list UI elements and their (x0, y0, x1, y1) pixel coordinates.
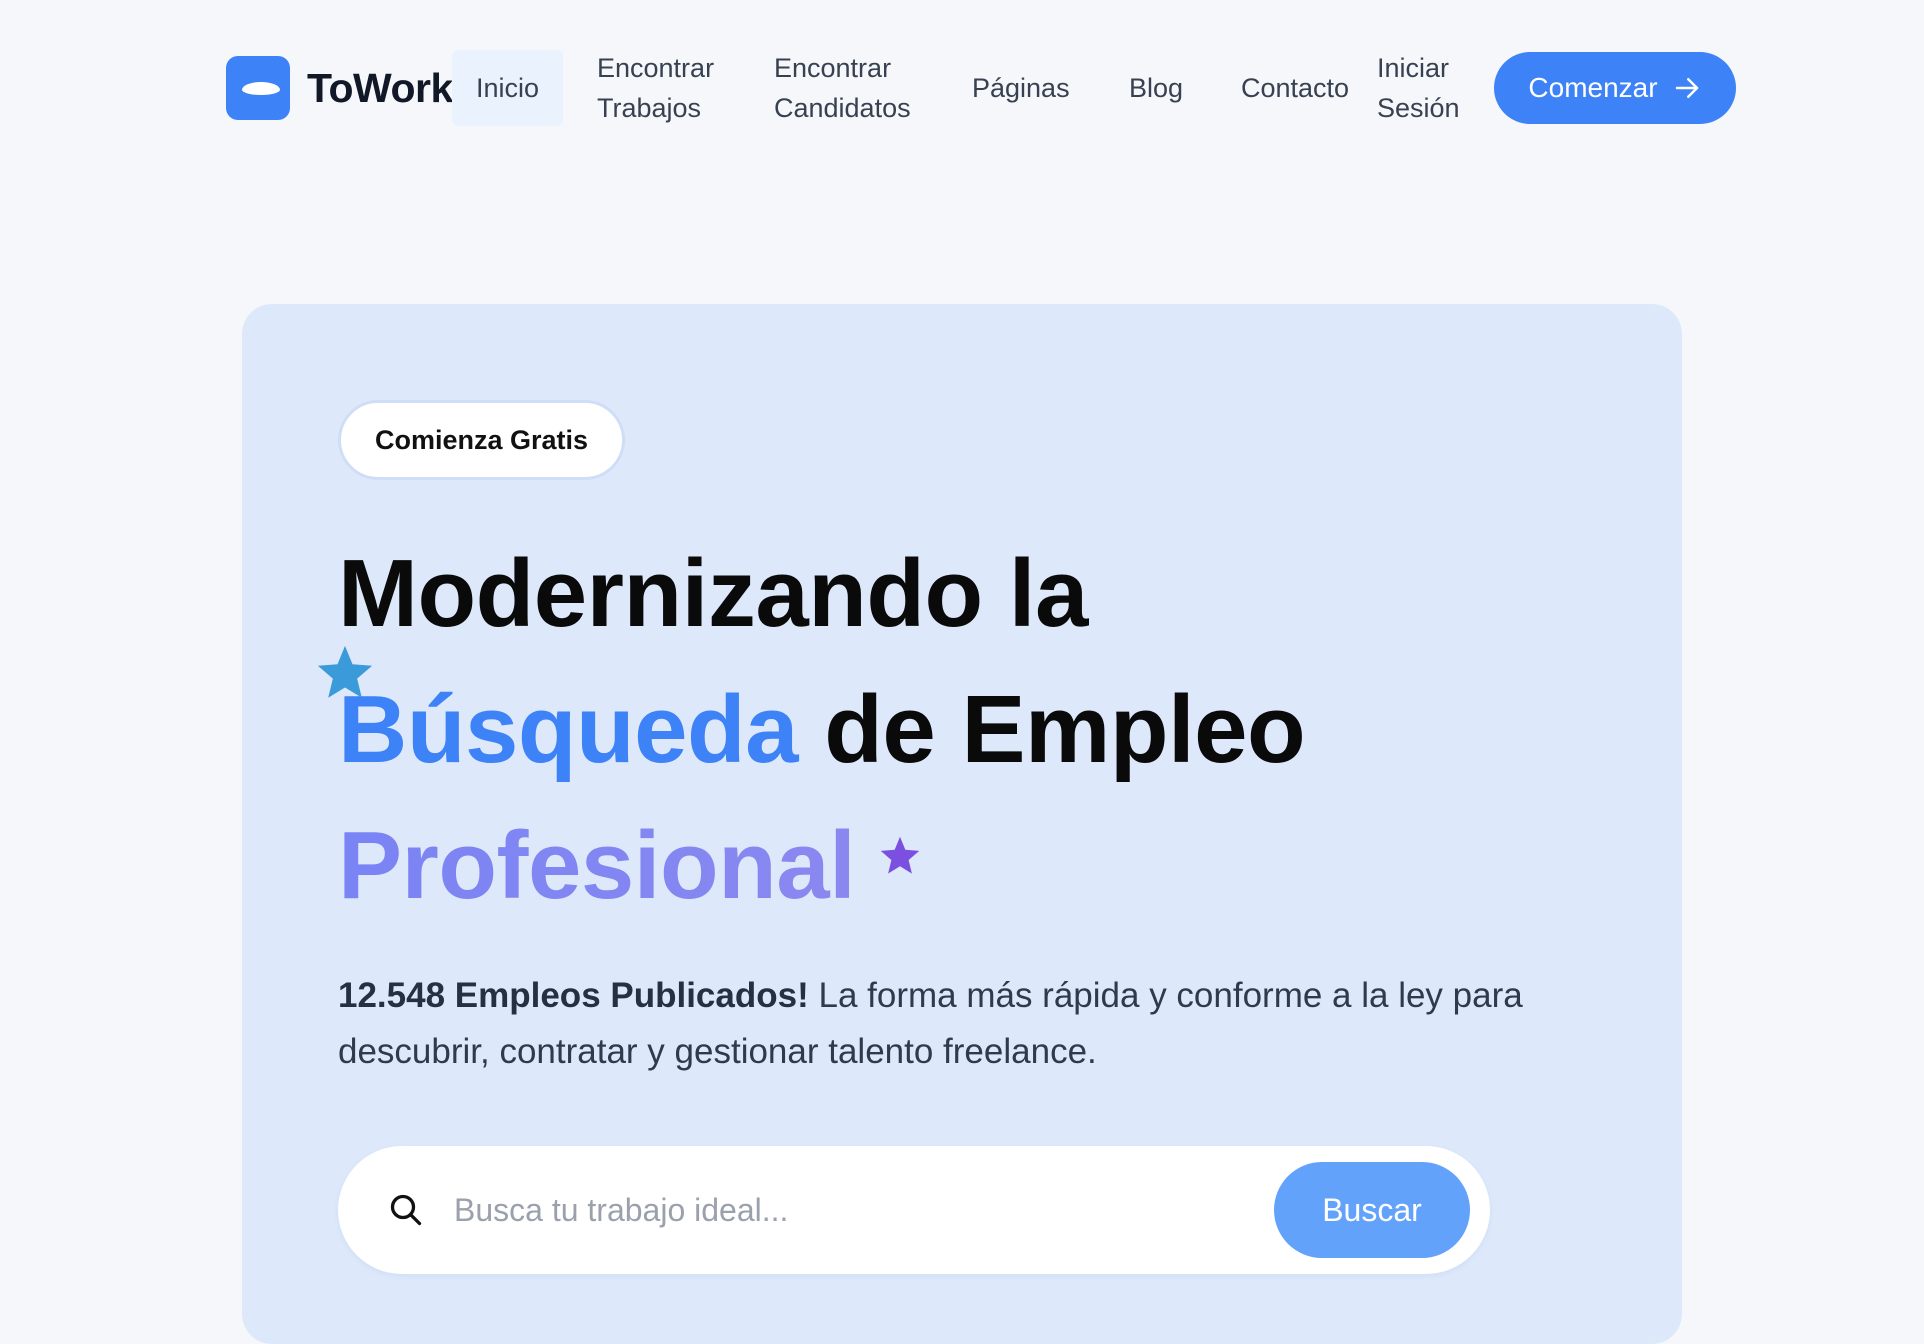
nav-item-label: Encontrar (597, 53, 715, 83)
headline-line-1: Modernizando la (338, 526, 1305, 662)
nav-item-label: Trabajos (597, 93, 702, 123)
star-icon (317, 645, 373, 698)
nav-item-label: Encontrar (774, 53, 892, 83)
nav-item-label: Sesión (1377, 93, 1460, 123)
arrow-right-icon (1675, 78, 1698, 98)
nav-item-label: Páginas (972, 73, 1070, 103)
nav-item-blog[interactable]: Blog (1129, 68, 1183, 108)
nav-item-label: Inicio (476, 73, 540, 103)
nav-item-label: Candidatos (774, 93, 911, 123)
job-count-text: 12.548 Empleos Publicados! (338, 976, 809, 1015)
headline-line-2: Búsqueda de Empleo (338, 662, 1306, 798)
nav-item-label: Blog (1129, 73, 1184, 103)
hero-headline: Modernizando la Búsqueda de Empleo Profe… (338, 526, 1306, 934)
hero-subtext: 12.548 Empleos Publicados! La forma más … (338, 968, 1568, 1080)
headline-text: Modernizando la (338, 540, 1088, 647)
search-icon (390, 1194, 422, 1226)
search-button-label: Buscar (1322, 1191, 1422, 1228)
search-input[interactable] (454, 1176, 1234, 1244)
brand-name: ToWork (307, 64, 453, 111)
start-free-badge: Comienza Gratis (338, 400, 626, 480)
badge-label: Comienza Gratis (375, 424, 589, 455)
headline-text: de Empleo (824, 676, 1306, 783)
nav-item-encontrar-trabajos[interactable]: Encontrar Trabajos (597, 48, 714, 128)
site-header: ToWork Inicio Encontrar Trabajos Encontr… (0, 0, 1924, 176)
comenzar-button-label: Comenzar (1528, 72, 1658, 103)
logo-icon (226, 56, 290, 120)
nav-item-inicio[interactable]: Inicio (452, 50, 564, 126)
search-button[interactable]: Buscar (1274, 1162, 1470, 1258)
comenzar-button[interactable]: Comenzar (1494, 52, 1736, 124)
nav-item-encontrar-candidatos[interactable]: Encontrar Candidatos (774, 48, 911, 128)
brand-logo[interactable]: ToWork (226, 56, 453, 120)
nav-item-contacto[interactable]: Contacto (1241, 68, 1349, 108)
job-search-bar: Buscar (338, 1146, 1490, 1274)
nav-item-label: Iniciar (1377, 53, 1450, 83)
nav-item-paginas[interactable]: Páginas (972, 68, 1070, 108)
hero-section: Comienza Gratis Modernizando la Búsqueda… (242, 304, 1682, 1344)
nav-item-iniciar-sesion[interactable]: Iniciar Sesión (1377, 48, 1460, 128)
headline-line-3: Profesional (338, 798, 1305, 934)
star-icon (880, 836, 920, 874)
headline-highlight-purple: Profesional (338, 812, 856, 919)
headline-highlight-blue: Búsqueda (338, 676, 799, 783)
nav-item-label: Contacto (1241, 73, 1350, 103)
